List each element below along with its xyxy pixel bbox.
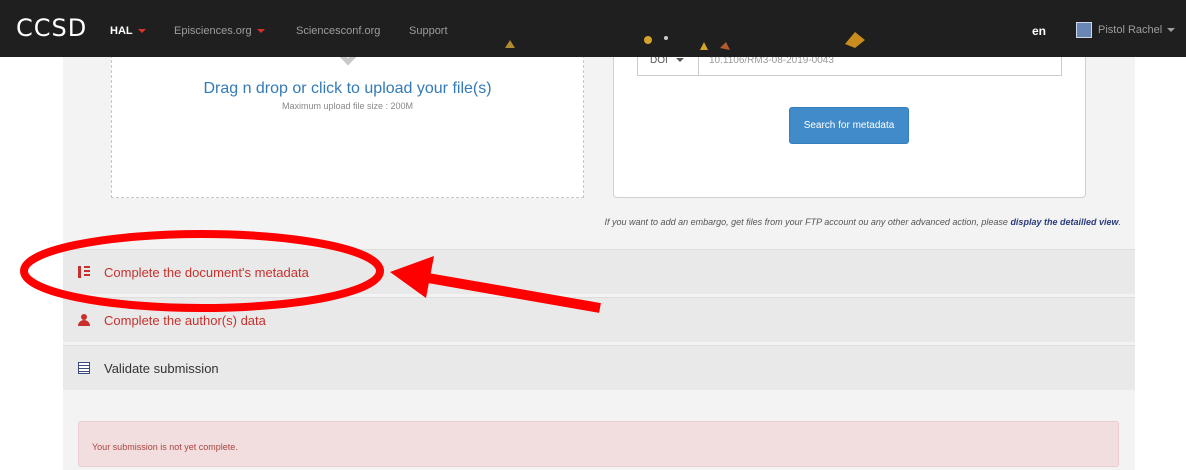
section-label: Complete the document's metadata <box>104 264 309 280</box>
metadata-search-box: DOI 10.1106/RM3-08-2019-0043 Search for … <box>613 50 1086 198</box>
section-document-metadata[interactable]: Complete the document's metadata <box>63 249 1135 294</box>
submission-page: CCSD HAL Episciences.org Sciencesconf.or… <box>0 0 1186 470</box>
top-navbar: CCSD HAL Episciences.org Sciencesconf.or… <box>0 0 1186 57</box>
chevron-down-icon <box>256 29 265 34</box>
nav-item-sciencesconf[interactable]: Sciencesconf.org <box>296 25 380 37</box>
user-menu[interactable]: Pistol Rachel <box>1076 22 1176 38</box>
upload-size-limit: Maximum upload file size : 200M <box>281 101 414 111</box>
user-icon <box>78 314 90 326</box>
section-author-data[interactable]: Complete the author(s) data <box>63 297 1135 342</box>
section-label: Validate submission <box>104 360 219 376</box>
search-metadata-button[interactable]: Search for metadata <box>789 107 909 144</box>
section-validate-submission[interactable]: Validate submission <box>63 345 1135 390</box>
upload-title[interactable]: Drag n drop or click to upload your file… <box>112 80 583 98</box>
file-upload-dropzone[interactable]: Drag n drop or click to upload your file… <box>111 42 584 198</box>
embargo-note-suffix: . <box>1118 217 1121 227</box>
decorative-icon <box>644 36 730 50</box>
chevron-down-icon <box>675 58 684 63</box>
avatar <box>1076 22 1092 38</box>
detailed-view-link[interactable]: display the detailled view <box>1010 217 1118 227</box>
section-label: Complete the author(s) data <box>104 312 266 328</box>
alert-message: Your submission is not yet complete. <box>92 442 238 452</box>
nav-item-label: Support <box>409 25 448 37</box>
nav-item-episciences[interactable]: Episciences.org <box>174 25 265 37</box>
nav-item-support[interactable]: Support <box>409 25 448 37</box>
chevron-down-icon <box>137 29 146 34</box>
embargo-note-text: If you want to add an embargo, get files… <box>604 217 1011 227</box>
nav-item-label: HAL <box>110 25 133 37</box>
decorative-icon <box>845 32 865 48</box>
embargo-note: If you want to add an embargo, get files… <box>605 217 1121 227</box>
nav-item-label: Sciencesconf.org <box>296 25 381 37</box>
chevron-down-icon <box>1167 28 1176 32</box>
document-icon <box>78 362 90 374</box>
incomplete-alert: Your submission is not yet complete. <box>78 421 1119 467</box>
nav-item-label: Episciences.org <box>174 25 252 37</box>
decorative-icon <box>505 40 515 48</box>
language-selector[interactable]: en <box>1032 24 1046 38</box>
brand-logo[interactable]: CCSD <box>16 14 87 42</box>
list-icon <box>78 266 90 278</box>
user-name: Pistol Rachel <box>1098 24 1163 36</box>
nav-item-hal[interactable]: HAL <box>110 25 146 37</box>
